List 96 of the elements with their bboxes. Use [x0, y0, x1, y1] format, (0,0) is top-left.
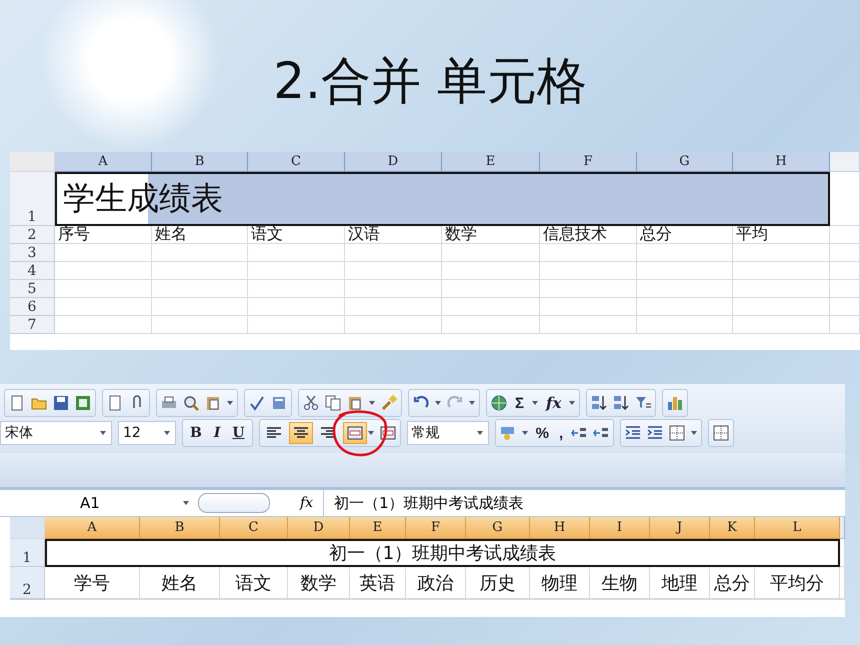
- table-cell: 姓名: [152, 226, 248, 244]
- grid-icon[interactable]: [712, 424, 730, 442]
- column-header[interactable]: D: [345, 152, 442, 172]
- sort-ascending-icon[interactable]: [590, 394, 608, 412]
- style-button[interactable]: I: [210, 422, 224, 444]
- column-header[interactable]: H: [530, 517, 590, 539]
- caret-icon[interactable]: [163, 429, 171, 437]
- function-button[interactable]: fx: [543, 392, 564, 414]
- column-header[interactable]: C: [248, 152, 345, 172]
- table-cell: 信息技术: [540, 226, 637, 244]
- column-header[interactable]: A: [45, 517, 140, 539]
- spreadsheet-icon[interactable]: [74, 394, 92, 412]
- row-header[interactable]: 3: [10, 244, 55, 262]
- table-cell: 姓名: [140, 567, 220, 599]
- table-cell: 学号: [45, 567, 140, 599]
- column-header[interactable]: D: [288, 517, 350, 539]
- caret-icon[interactable]: [99, 429, 107, 437]
- sort-descending-icon[interactable]: [612, 394, 630, 412]
- column-header[interactable]: G: [637, 152, 733, 172]
- table-cell: 总分: [710, 567, 755, 599]
- formula-bar-handle[interactable]: [198, 493, 270, 513]
- row-header[interactable]: 7: [10, 316, 55, 334]
- paste-icon[interactable]: [346, 394, 364, 412]
- caret-icon[interactable]: [434, 399, 442, 407]
- table-cell: 地理: [650, 567, 710, 599]
- row-header[interactable]: 6: [10, 298, 55, 316]
- row-header[interactable]: 4: [10, 262, 55, 280]
- column-header[interactable]: B: [152, 152, 248, 172]
- scissors-icon[interactable]: [302, 394, 320, 412]
- row-header[interactable]: 1: [10, 172, 55, 226]
- table-cell: 总分: [637, 226, 733, 244]
- caret-icon[interactable]: [531, 399, 540, 407]
- comma-button[interactable]: ,: [556, 422, 566, 444]
- caret-icon[interactable]: [182, 499, 190, 507]
- print-preview-icon[interactable]: [182, 394, 200, 412]
- column-header[interactable]: B: [140, 517, 220, 539]
- table-cell: 平均: [733, 226, 830, 244]
- font-combo[interactable]: 宋体: [0, 421, 112, 445]
- row-header[interactable]: 2: [10, 567, 45, 599]
- column-header[interactable]: E: [442, 152, 540, 172]
- table-cell: 生物: [590, 567, 650, 599]
- style-button[interactable]: B: [186, 422, 206, 444]
- style-button[interactable]: U: [228, 422, 249, 444]
- globe-icon[interactable]: [490, 394, 508, 412]
- table-cell: 数学: [288, 567, 350, 599]
- font-size-combo[interactable]: 12: [118, 421, 176, 445]
- table-cell: 汉语: [345, 226, 442, 244]
- column-header[interactable]: F: [406, 517, 466, 539]
- name-box[interactable]: A1: [80, 494, 100, 512]
- table-cell: 英语: [350, 567, 406, 599]
- column-header[interactable]: H: [733, 152, 830, 172]
- caret-icon[interactable]: [568, 399, 576, 407]
- brush-icon[interactable]: [380, 394, 398, 412]
- combo-value: 12: [123, 425, 141, 441]
- table-cell: 平均分: [755, 567, 840, 599]
- function-label[interactable]: fx: [300, 495, 314, 511]
- slide-title: 2.合并 单元格: [272, 50, 588, 112]
- table-cell: 序号: [55, 226, 152, 244]
- column-header[interactable]: F: [540, 152, 637, 172]
- caret-icon[interactable]: [476, 429, 484, 437]
- column-header[interactable]: G: [466, 517, 530, 539]
- caret-icon[interactable]: [368, 399, 376, 407]
- table-cell: 政治: [406, 567, 466, 599]
- table-cell: 物理: [530, 567, 590, 599]
- table-cell: 数学: [442, 226, 540, 244]
- column-header[interactable]: E: [350, 517, 406, 539]
- caret-icon[interactable]: [520, 429, 529, 437]
- column-header[interactable]: I: [590, 517, 650, 539]
- clipboard-icon[interactable]: [204, 394, 222, 412]
- spellcheck-icon[interactable]: [248, 394, 266, 412]
- number-format-combo[interactable]: 常规: [406, 421, 489, 445]
- combo-value: 常规: [412, 424, 440, 442]
- caret-icon[interactable]: [366, 429, 375, 437]
- column-header[interactable]: C: [220, 517, 288, 539]
- table-cell: 语文: [220, 567, 288, 599]
- sum-button[interactable]: Σ: [512, 392, 528, 414]
- chart-icon[interactable]: [666, 394, 684, 412]
- column-header[interactable]: L: [755, 517, 840, 539]
- combo-value: 宋体: [5, 424, 33, 442]
- border-icon[interactable]: [668, 424, 686, 442]
- table-cell: 语文: [248, 226, 345, 244]
- merged-cell[interactable]: 学生成绩表: [55, 172, 830, 226]
- column-header[interactable]: A: [55, 152, 152, 172]
- caret-icon[interactable]: [468, 399, 476, 407]
- row-header[interactable]: 1: [10, 539, 45, 567]
- table-cell: 历史: [466, 567, 530, 599]
- caret-icon[interactable]: [690, 429, 698, 437]
- copy-icon[interactable]: [324, 394, 342, 412]
- caret-icon[interactable]: [226, 399, 234, 407]
- formula-field[interactable]: 初一（1）班期中考试成绩表: [323, 490, 524, 516]
- column-header[interactable]: J: [650, 517, 710, 539]
- percent-button[interactable]: %: [532, 422, 552, 444]
- row-header[interactable]: 5: [10, 280, 55, 298]
- merged-cell[interactable]: 初一（1）班期中考试成绩表: [45, 539, 840, 567]
- column-header[interactable]: K: [710, 517, 755, 539]
- row-header[interactable]: 2: [10, 226, 55, 244]
